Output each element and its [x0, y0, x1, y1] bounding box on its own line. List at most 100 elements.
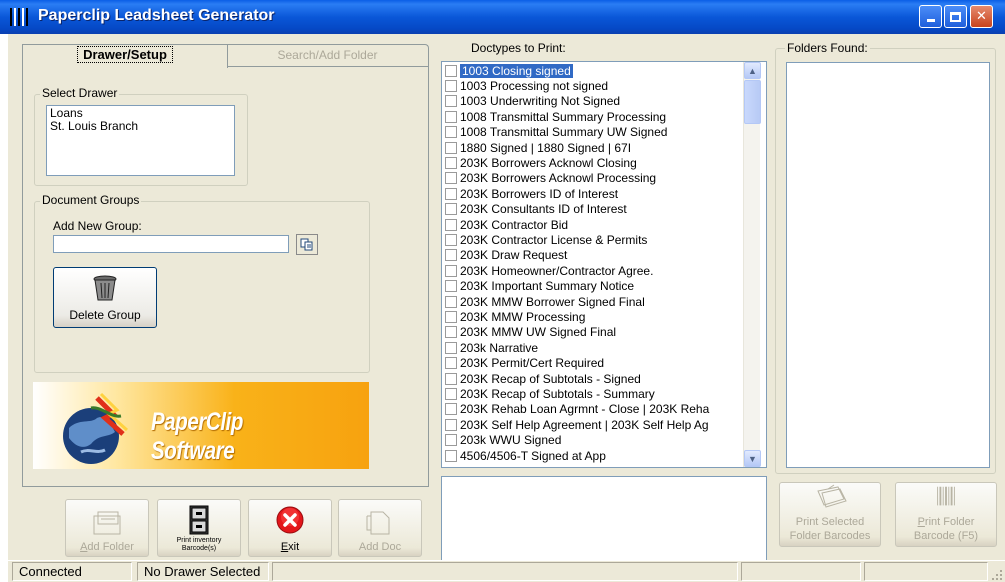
doctype-checkbox[interactable]	[445, 218, 457, 231]
doctype-label: 1003 Processing not signed	[460, 79, 609, 94]
new-group-input[interactable]	[53, 235, 289, 253]
doctype-checkbox[interactable]	[445, 64, 457, 77]
add-doc-button[interactable]: Add Doc	[338, 499, 422, 557]
doctype-label: 203K MMW UW Signed Final	[460, 325, 617, 340]
status-panel-5	[864, 562, 988, 581]
folders-found-list[interactable]	[786, 62, 990, 468]
minimize-button[interactable]	[919, 5, 942, 28]
doctype-checkbox[interactable]	[445, 187, 457, 200]
doctype-checkbox[interactable]	[445, 295, 457, 308]
doctype-checkbox[interactable]	[445, 341, 457, 354]
doctype-checkbox[interactable]	[445, 449, 457, 462]
doctype-label: 1003 Underwriting Not Signed	[460, 94, 621, 109]
doctype-label: 203K Homeowner/Contractor Agree.	[460, 263, 654, 278]
exit-icon	[276, 506, 304, 534]
chevron-up-icon: ▲	[748, 65, 757, 76]
doctype-item[interactable]: 203K Draw Request	[445, 248, 567, 263]
doctype-item[interactable]: 203K Important Summary Notice	[445, 279, 634, 294]
doctype-label: 4506/4506-T Signed at App	[460, 448, 606, 463]
doctype-checkbox[interactable]	[445, 249, 457, 262]
tab-drawer-setup[interactable]: Drawer/Setup	[22, 44, 228, 68]
doctype-item[interactable]: 203K Homeowner/Contractor Agree.	[445, 263, 653, 278]
scroll-down-button[interactable]: ▼	[744, 450, 761, 467]
doctype-item[interactable]: 1008 Transmittal Summary Processing	[445, 109, 666, 124]
delete-group-button[interactable]: Delete Group	[53, 267, 157, 328]
scroll-up-button[interactable]: ▲	[744, 62, 761, 79]
doctype-item[interactable]: 203K Borrowers Acknowl Closing	[445, 155, 637, 170]
add-group-button[interactable]	[296, 234, 318, 255]
doctype-checkbox[interactable]	[445, 311, 457, 324]
maximize-button[interactable]	[944, 5, 967, 28]
doctype-item[interactable]: 203K Borrowers Acknowl Processing	[445, 171, 656, 186]
doctype-label: 203K Borrowers Acknowl Closing	[460, 156, 637, 171]
print-folder-barcode-button[interactable]: Print Folder Barcode (F5)	[895, 482, 997, 547]
tab-search-add-folder[interactable]: Search/Add Folder	[226, 44, 429, 66]
doctype-item[interactable]: 203k Narrative	[445, 340, 538, 355]
doctype-item[interactable]: 1880 Signed | 1880 Signed | 67I	[445, 140, 631, 155]
doctype-item[interactable]: 1008 Transmittal Summary UW Signed	[445, 125, 667, 140]
doctype-detail-box[interactable]	[441, 476, 767, 561]
doctype-checkbox[interactable]	[445, 372, 457, 385]
doctype-checkbox[interactable]	[445, 264, 457, 277]
doctype-item[interactable]: 203k WWU Signed	[445, 433, 561, 448]
scroll-thumb[interactable]	[744, 80, 761, 124]
doctype-item[interactable]: 203K MMW Processing	[445, 309, 585, 324]
doctype-label: 1008 Transmittal Summary UW Signed	[460, 125, 668, 140]
doctype-label: 1008 Transmittal Summary Processing	[460, 109, 667, 124]
resize-grip-icon[interactable]	[990, 568, 1003, 581]
doctype-checkbox[interactable]	[445, 157, 457, 170]
doctype-checkbox[interactable]	[445, 403, 457, 416]
doctype-item[interactable]: 1003 Underwriting Not Signed	[445, 94, 620, 109]
doctype-item[interactable]: 1003 Closing signed	[445, 63, 573, 78]
doctype-label: 203K Recap of Subtotals - Summary	[460, 387, 655, 402]
doctype-label: 203k Narrative	[460, 340, 539, 355]
doctype-checkbox[interactable]	[445, 95, 457, 108]
status-connection: Connected	[12, 562, 132, 581]
doctype-checkbox[interactable]	[445, 326, 457, 339]
doctypes-checklist[interactable]: 1003 Closing signed 1003 Processing not s…	[441, 61, 767, 468]
doctype-checkbox[interactable]	[445, 141, 457, 154]
doctype-label: 203K Borrowers ID of Interest	[460, 186, 619, 201]
doctype-checkbox[interactable]	[445, 234, 457, 247]
print-inventory-button[interactable]: Print inventory Barcode(s)	[157, 499, 241, 557]
doctype-item[interactable]: 203K MMW Borrower Signed Final	[445, 294, 645, 309]
doctype-item[interactable]: 203K Consultants ID of Interest	[445, 202, 627, 217]
doctype-checkbox[interactable]	[445, 126, 457, 139]
doctype-item[interactable]: 203K Contractor Bid	[445, 217, 568, 232]
doctype-item[interactable]: 203K Rehab Loan Agrmnt - Close | 203K Re…	[445, 402, 709, 417]
doctype-label: 203K MMW Processing	[460, 310, 586, 325]
doctype-label: 203K MMW Borrower Signed Final	[460, 294, 645, 309]
add-folder-button[interactable]: Add Folder	[65, 499, 149, 557]
doctype-checkbox[interactable]	[445, 434, 457, 447]
doctype-item[interactable]: 4506/4506-T Signed at App	[445, 448, 606, 463]
doctype-item[interactable]: 203K Contractor License & Permits	[445, 232, 647, 247]
doctype-checkbox[interactable]	[445, 418, 457, 431]
drawer-listbox[interactable]: Loans St. Louis Branch	[46, 105, 235, 176]
doctype-checkbox[interactable]	[445, 388, 457, 401]
doctypes-scrollbar[interactable]: ▲ ▼	[743, 62, 761, 467]
doctype-checkbox[interactable]	[445, 280, 457, 293]
drawer-item[interactable]: St. Louis Branch	[50, 120, 231, 133]
exit-button[interactable]: Exit	[248, 499, 332, 557]
doctype-checkbox[interactable]	[445, 203, 457, 216]
status-panel-3	[272, 562, 738, 581]
document-icon	[366, 511, 390, 535]
doctype-checkbox[interactable]	[445, 110, 457, 123]
add-folder-label: Add Folder	[80, 541, 134, 553]
doctype-checkbox[interactable]	[445, 80, 457, 93]
doctype-item[interactable]: 1003 Processing not signed	[445, 78, 608, 93]
doctype-checkbox[interactable]	[445, 172, 457, 185]
print-selected-folder-barcodes-button[interactable]: Print Selected Folder Barcodes	[779, 482, 881, 547]
doctype-checkbox[interactable]	[445, 357, 457, 370]
title-bar[interactable]: Paperclip Leadsheet Generator ✕	[0, 0, 1005, 34]
doctype-item[interactable]: 203K MMW UW Signed Final	[445, 325, 616, 340]
add-doc-label: Add Doc	[358, 541, 402, 553]
doctype-item[interactable]: 203K Recap of Subtotals - Signed	[445, 371, 641, 386]
doctype-item[interactable]: 203K Borrowers ID of Interest	[445, 186, 618, 201]
doctype-item[interactable]: 203K Permit/Cert Required	[445, 356, 604, 371]
close-button[interactable]: ✕	[970, 5, 993, 28]
doctype-item[interactable]: 203K Recap of Subtotals - Summary	[445, 386, 655, 401]
trash-can-icon	[93, 275, 117, 301]
doctype-item[interactable]: 203K Self Help Agreement | 203K Self Hel…	[445, 417, 709, 432]
maximize-icon	[950, 11, 961, 22]
